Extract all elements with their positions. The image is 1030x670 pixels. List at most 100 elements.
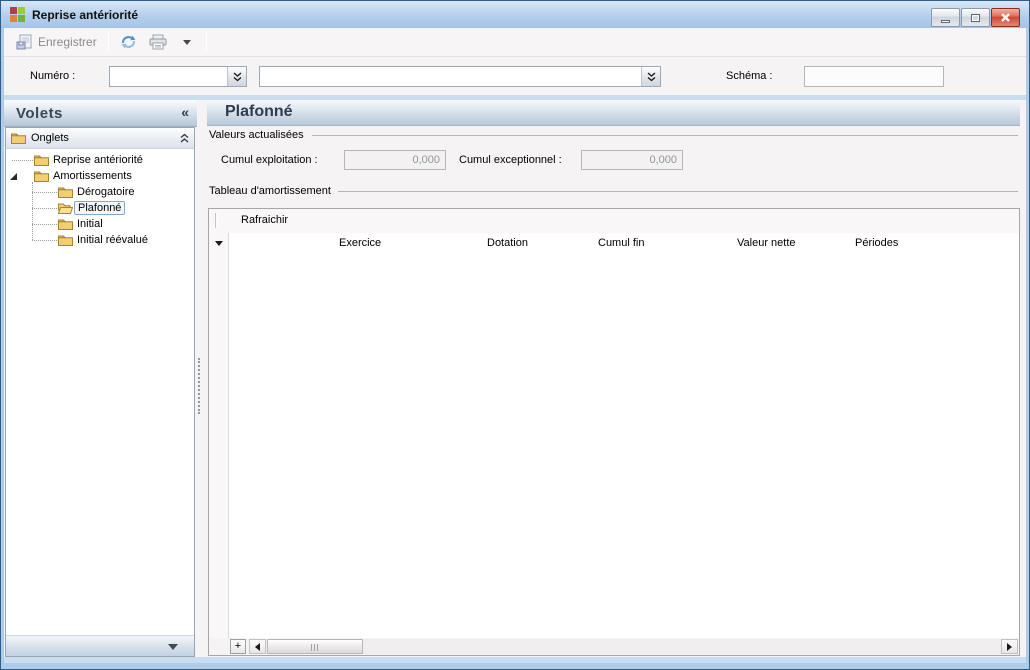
sidebar-header: Volets « [4, 100, 197, 127]
scroll-right-button[interactable] [1001, 639, 1018, 654]
group-line [338, 191, 1018, 192]
column-header-valeur-nette[interactable]: Valeur nette [737, 237, 796, 249]
close-icon [1000, 13, 1011, 22]
description-combo-button[interactable] [641, 67, 660, 86]
window-controls [931, 8, 1020, 27]
sidebar-panel: Onglets Reprise antériorité Amortissemen… [5, 127, 195, 657]
tree-connector [32, 240, 57, 241]
save-icon [16, 34, 33, 50]
tree-item-amortissements[interactable]: Amortissements [7, 168, 193, 184]
maximize-icon [971, 14, 980, 22]
folder-icon [58, 186, 73, 198]
numero-label: Numéro : [30, 70, 75, 82]
table-header-row: Exercice Dotation Cumul fin Valeur nette… [229, 233, 1019, 252]
column-header-dotation[interactable]: Dotation [487, 237, 528, 249]
cumul-exceptionnel-field: 0,000 [581, 150, 683, 170]
printer-icon [149, 34, 167, 50]
folder-icon [58, 234, 73, 246]
cumul-exceptionnel-label: Cumul exceptionnel : [459, 154, 562, 166]
maximize-button[interactable] [961, 8, 990, 27]
sidebar-title: Volets [16, 105, 63, 122]
onglets-tree: Reprise antériorité Amortissements Dérog… [7, 152, 193, 272]
column-header-cumul-fin[interactable]: Cumul fin [598, 237, 644, 249]
tree-connector [32, 192, 57, 193]
window-title: Reprise antériorité [32, 8, 138, 22]
folder-icon [11, 132, 26, 144]
folder-icon [58, 218, 73, 230]
row-header-column [209, 233, 229, 638]
numero-combo[interactable] [109, 66, 247, 87]
schema-label: Schéma : [726, 70, 772, 82]
triangle-right-icon [1007, 643, 1012, 651]
description-combo-value [260, 67, 641, 86]
amortization-table: Rafraichir Exercice Dotation Cumul fin V… [208, 208, 1020, 656]
tree-item-derogatoire[interactable]: Dérogatoire [7, 184, 193, 200]
tree-connector [12, 160, 33, 161]
toolbar-separator [108, 32, 109, 52]
schema-input[interactable] [804, 66, 944, 87]
table-selector-icon[interactable] [215, 241, 223, 246]
toolbar-grip[interactable] [215, 213, 218, 228]
add-row-button[interactable]: + [230, 639, 246, 654]
chevron-double-down-icon [647, 72, 656, 82]
scroll-left-button[interactable] [249, 639, 266, 654]
valeurs-group-legend: Valeurs actualisées [209, 129, 304, 141]
tree-item-label: Reprise antériorité [53, 154, 143, 166]
refresh-icon [120, 34, 137, 50]
onglets-group-label: Onglets [31, 132, 69, 144]
tree-item-label: Amortissements [53, 170, 132, 182]
folder-icon [34, 154, 49, 166]
save-label: Enregistrer [38, 35, 97, 49]
app-icon [10, 7, 25, 22]
close-button[interactable] [991, 8, 1020, 27]
splitter-handle[interactable] [198, 358, 203, 414]
save-button[interactable]: Enregistrer [10, 30, 103, 54]
tree-item-initial[interactable]: Initial [7, 216, 193, 232]
folder-open-icon [58, 202, 73, 214]
tree-item-initial-reevalue[interactable]: Initial réévalué [7, 232, 193, 248]
main-panel-header: Plafonné [207, 100, 1020, 126]
print-button[interactable] [143, 30, 173, 54]
onglets-group-header[interactable]: Onglets [6, 128, 194, 149]
tree-item-label: Initial [77, 218, 103, 230]
tableau-group-legend: Tableau d'amortissement [209, 185, 331, 197]
tree-item-label: Initial réévalué [77, 234, 148, 246]
column-header-periodes[interactable]: Périodes [855, 237, 898, 249]
minimize-button[interactable] [931, 8, 960, 27]
tree-item-plafonne[interactable]: Plafonné [7, 200, 193, 216]
tree-item-label: Dérogatoire [77, 186, 134, 198]
record-selector-row: Numéro : Schéma : [4, 57, 1026, 95]
minimize-icon [941, 20, 950, 23]
numero-combo-value [110, 67, 227, 86]
group-line [312, 135, 1018, 136]
thumb-grip-icon [311, 644, 318, 651]
horizontal-scrollbar[interactable] [249, 639, 1018, 654]
refresh-table-button[interactable]: Rafraichir [237, 214, 292, 226]
chevron-down-icon [168, 644, 178, 650]
titlebar: Reprise antériorité [1, 1, 1029, 28]
table-bottom-bar: + [209, 638, 1019, 655]
numero-combo-button[interactable] [227, 67, 246, 86]
print-dropdown-button[interactable] [173, 30, 201, 54]
separator-strip [4, 657, 1026, 663]
main-toolbar: Enregistrer [4, 28, 1026, 57]
chevron-double-up-icon [180, 133, 189, 143]
chevron-down-icon [183, 40, 191, 45]
page-title: Plafonné [225, 103, 293, 121]
triangle-left-icon [255, 643, 260, 651]
table-toolbar: Rafraichir [209, 209, 1019, 233]
description-combo[interactable] [259, 66, 661, 87]
chevron-double-down-icon [233, 72, 242, 82]
sidebar-scroll-down-button[interactable] [6, 635, 194, 656]
tree-item-reprise-anteriorite[interactable]: Reprise antériorité [7, 152, 193, 168]
tree-expander-icon[interactable] [10, 173, 17, 180]
column-header-exercice[interactable]: Exercice [339, 237, 381, 249]
toolbar-separator [206, 32, 207, 52]
collapse-sidebar-button[interactable]: « [181, 104, 189, 120]
tree-connector [32, 208, 57, 209]
tree-connector [32, 224, 57, 225]
table-body[interactable] [229, 252, 1019, 638]
cumul-exploitation-label: Cumul exploitation : [221, 154, 318, 166]
scrollbar-thumb[interactable] [267, 639, 363, 654]
refresh-button[interactable] [114, 30, 143, 54]
